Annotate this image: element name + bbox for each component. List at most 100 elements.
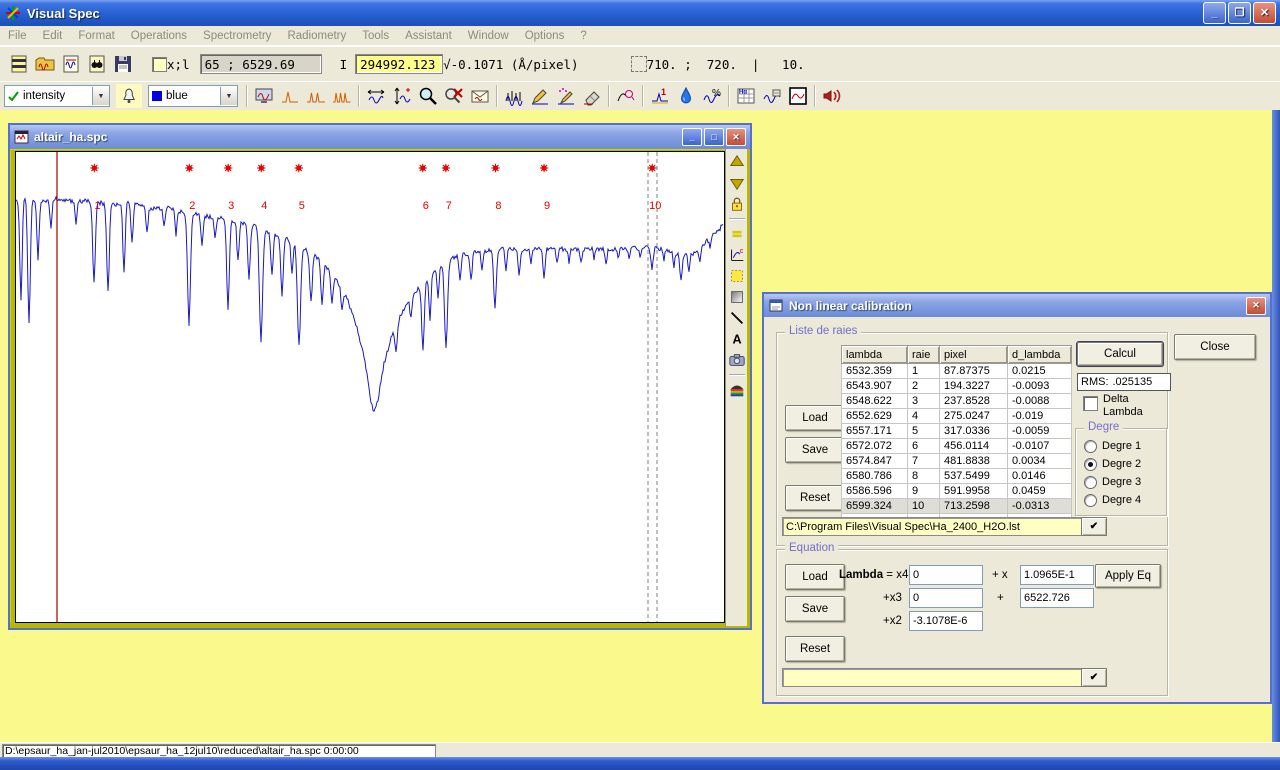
- line-tool-icon[interactable]: [728, 309, 746, 327]
- coef-x1-field[interactable]: 1.0965E-1: [1020, 565, 1094, 585]
- save-list-button[interactable]: Save: [785, 437, 845, 463]
- color-selector-arrow[interactable]: ▼: [220, 87, 237, 105]
- coef-x4-field[interactable]: 0: [909, 565, 983, 585]
- color-selector[interactable]: blue ▼: [148, 85, 238, 107]
- menu-operations[interactable]: Operations: [123, 28, 195, 44]
- sound-toggle-icon[interactable]: [819, 84, 845, 108]
- restore-button[interactable]: ❐: [1228, 2, 1251, 24]
- open-spectrum-icon[interactable]: [32, 52, 58, 76]
- menu-options[interactable]: Options: [517, 28, 573, 44]
- validate-list-button[interactable]: ✔: [1081, 517, 1107, 536]
- comb-profile-icon[interactable]: [501, 84, 527, 108]
- coef-x2-field[interactable]: -3.1078E-6: [909, 611, 983, 631]
- profile-c-icon[interactable]: c: [728, 246, 746, 264]
- dialog-close-button[interactable]: Close: [1174, 334, 1256, 360]
- delta-lambda-option[interactable]: Delta Lambda: [1083, 393, 1153, 419]
- view-frame-icon[interactable]: [785, 84, 811, 108]
- cursor-position-field[interactable]: 65 ; 6529.69: [200, 54, 322, 74]
- load-equation-button[interactable]: Load: [785, 564, 845, 590]
- save-icon[interactable]: [110, 52, 136, 76]
- divide-profile-icon[interactable]: %: [699, 84, 725, 108]
- menu-edit[interactable]: Edit: [35, 28, 71, 44]
- profile-triple-icon[interactable]: [329, 84, 355, 108]
- series-selector[interactable]: intensity ▼: [4, 85, 110, 107]
- zoom-reset-icon[interactable]: [441, 84, 467, 108]
- delta-lambda-checkbox[interactable]: [1083, 396, 1098, 411]
- erase-profile-icon[interactable]: [579, 84, 605, 108]
- raies-table-row[interactable]: 6580.7868537.54990.0146: [842, 469, 1072, 484]
- radio-button[interactable]: [1084, 476, 1097, 489]
- calcul-button[interactable]: Calcul: [1077, 342, 1163, 366]
- profile-one-icon[interactable]: 1: [647, 84, 673, 108]
- bell-pointer-icon[interactable]: [116, 84, 142, 108]
- coef-x3-field[interactable]: 0: [909, 588, 983, 608]
- spectrum-window-title-bar[interactable]: altair_ha.spc _ □ ✕: [10, 125, 750, 149]
- reset-list-button[interactable]: Reset: [785, 485, 845, 511]
- browse-spectrum-icon[interactable]: [84, 52, 110, 76]
- smooth-profile-icon[interactable]: [613, 84, 639, 108]
- save-equation-button[interactable]: Save: [785, 596, 845, 622]
- profile-single-icon[interactable]: [277, 84, 303, 108]
- spectrum-maximize-button[interactable]: □: [704, 128, 724, 146]
- apply-eq-button[interactable]: Apply Eq: [1095, 564, 1161, 588]
- close-button[interactable]: ✕: [1253, 2, 1276, 24]
- spectrum-plot[interactable]: 12345678910: [15, 151, 725, 623]
- profile-double-icon[interactable]: [303, 84, 329, 108]
- screen-profile-icon[interactable]: [251, 84, 277, 108]
- spectrum-minimize-button[interactable]: _: [682, 128, 702, 146]
- minimize-button[interactable]: _: [1203, 2, 1226, 24]
- raies-table-row[interactable]: 6552.6294275.0247-0.019: [842, 409, 1072, 424]
- menu-spectrometry[interactable]: Spectrometry: [195, 28, 279, 44]
- radio-button[interactable]: [1084, 440, 1097, 453]
- degre-option-4[interactable]: Degre 4: [1084, 491, 1141, 509]
- dialog-title-bar[interactable]: Non linear calibration ✕: [764, 294, 1270, 317]
- new-spectrum-icon[interactable]: [6, 52, 32, 76]
- raies-table-row[interactable]: 6548.6223237.8528-0.0088: [842, 394, 1072, 409]
- lock-icon[interactable]: [728, 195, 746, 213]
- dashed-region-icon[interactable]: [728, 267, 746, 285]
- menu-radiometry[interactable]: Radiometry: [279, 28, 354, 44]
- water-drop-icon[interactable]: [673, 84, 699, 108]
- const-field[interactable]: 6522.726: [1020, 588, 1094, 608]
- selection-box-icon[interactable]: [631, 56, 647, 72]
- filter-profile-icon[interactable]: [759, 84, 785, 108]
- spray-profile-icon[interactable]: [553, 84, 579, 108]
- menu-file[interactable]: File: [0, 28, 35, 44]
- camera-icon[interactable]: [728, 351, 746, 369]
- menu-tools[interactable]: Tools: [354, 28, 397, 44]
- draw-profile-icon[interactable]: [527, 84, 553, 108]
- raies-table-row[interactable]: 6532.359187.873750.0215: [842, 364, 1072, 379]
- degre-option-2[interactable]: Degre 2: [1084, 455, 1141, 473]
- gradient-region-icon[interactable]: [728, 288, 746, 306]
- text-tool-icon[interactable]: A: [728, 330, 746, 348]
- raies-table-row[interactable]: 6574.8477481.88380.0034: [842, 454, 1072, 469]
- palette-rainbow-icon[interactable]: [728, 381, 746, 399]
- spectrum-close-button[interactable]: ✕: [726, 128, 746, 146]
- intensity-value-field[interactable]: 294992.123: [355, 54, 443, 74]
- equation-result-field[interactable]: [782, 668, 1084, 687]
- degre-option-3[interactable]: Degre 3: [1084, 473, 1141, 491]
- scroll-down-icon[interactable]: [728, 174, 746, 192]
- equals-icon[interactable]: [728, 225, 746, 243]
- reset-equation-button[interactable]: Reset: [785, 636, 845, 662]
- stretch-vertical-icon[interactable]: [389, 84, 415, 108]
- raies-table-row[interactable]: 6557.1715317.0336-0.0059: [842, 424, 1072, 439]
- menu-window[interactable]: Window: [460, 28, 517, 44]
- spectrum-window[interactable]: altair_ha.spc _ □ ✕ 12345678910 c A: [8, 123, 752, 630]
- raies-table-row[interactable]: 6543.9072194.3227-0.0093: [842, 379, 1072, 394]
- load-list-button[interactable]: Load: [785, 405, 845, 431]
- dialog-close-icon[interactable]: ✕: [1246, 297, 1266, 315]
- raies-table-row[interactable]: 6599.32410713.2598-0.0313: [842, 499, 1072, 514]
- degre-option-1[interactable]: Degre 1: [1084, 437, 1141, 455]
- zoom-in-icon[interactable]: [415, 84, 441, 108]
- send-report-icon[interactable]: [467, 84, 493, 108]
- raies-table[interactable]: lambda raie pixel d_lambda 6532.359187.8…: [841, 345, 1072, 529]
- edit-spectrum-icon[interactable]: [58, 52, 84, 76]
- raies-table-row[interactable]: 6586.5969591.99580.0459: [842, 484, 1072, 499]
- menu-help[interactable]: ?: [572, 28, 594, 44]
- validate-equation-button[interactable]: ✔: [1081, 668, 1107, 687]
- list-path-field[interactable]: C:\Program Files\Visual Spec\Ha_2400_H2O…: [782, 517, 1084, 536]
- series-selector-arrow[interactable]: ▼: [92, 87, 109, 105]
- menu-assistant[interactable]: Assistant: [397, 28, 460, 44]
- stretch-horizontal-icon[interactable]: [363, 84, 389, 108]
